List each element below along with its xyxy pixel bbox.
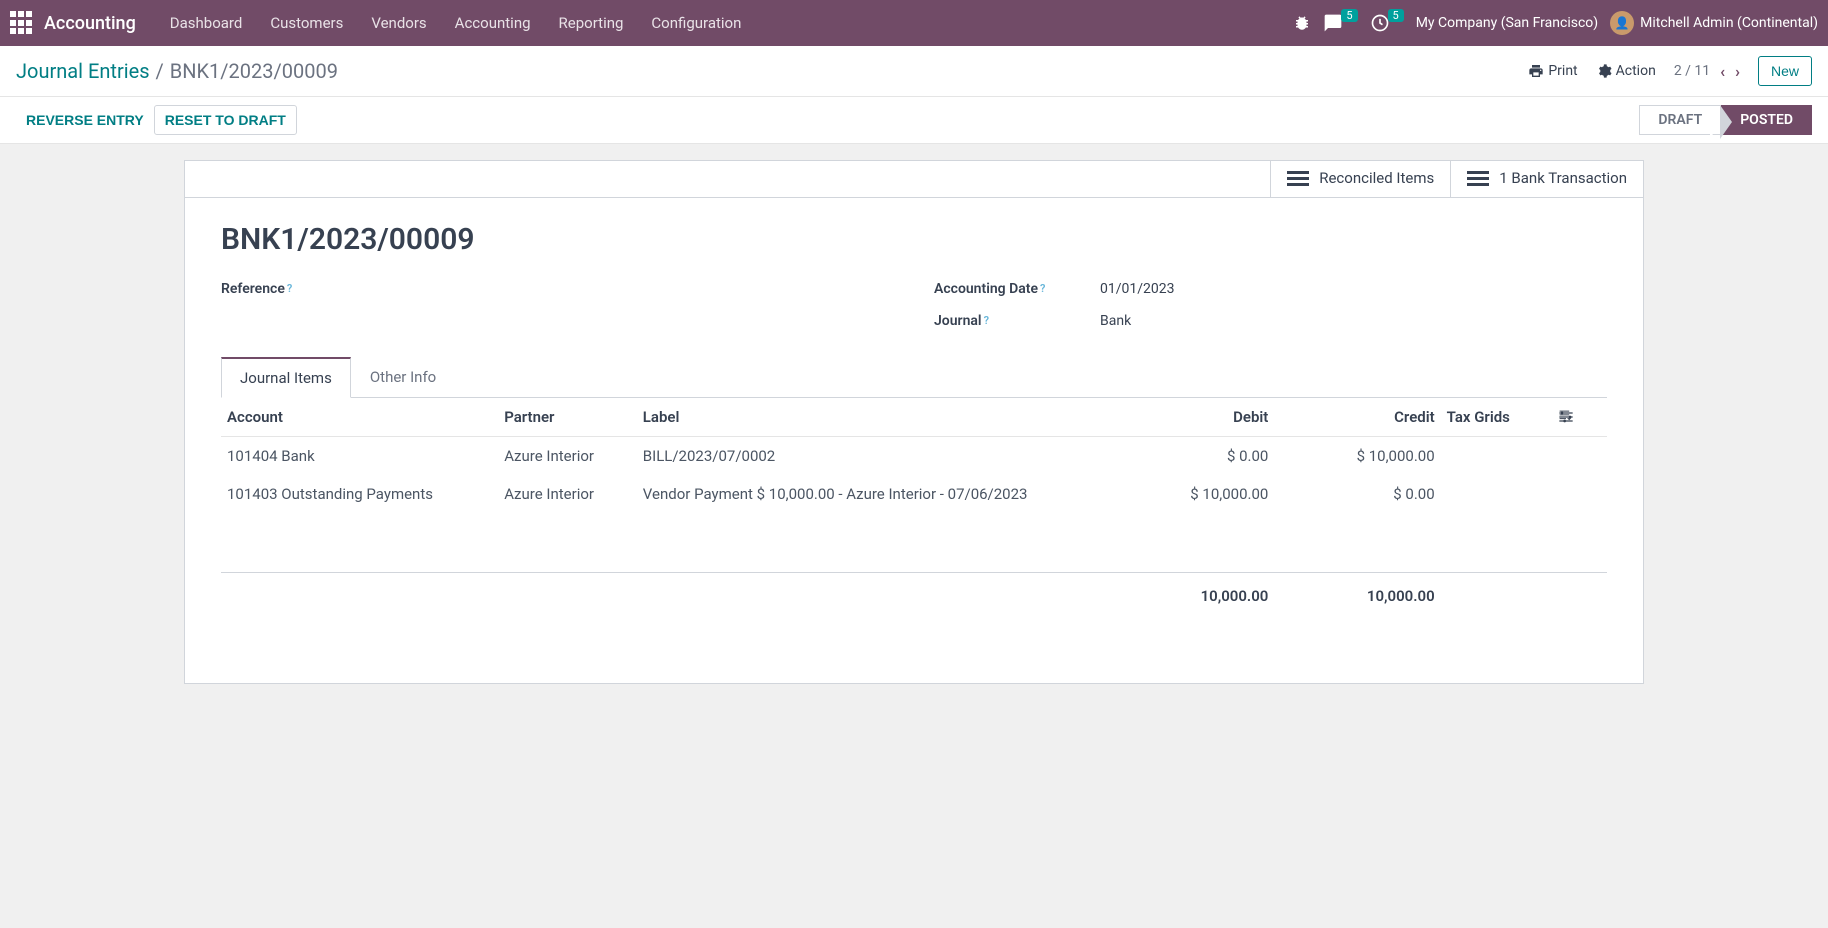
- col-tax-grids[interactable]: Tax Grids: [1441, 398, 1552, 437]
- reference-label: Reference ?: [221, 281, 371, 297]
- tab-other-info[interactable]: Other Info: [351, 357, 455, 398]
- breadcrumb-sep: /: [156, 59, 164, 83]
- help-icon[interactable]: ?: [984, 314, 989, 327]
- status-bar: REVERSE ENTRY RESET TO DRAFT DRAFT POSTE…: [0, 97, 1828, 144]
- avatar-icon: 👤: [1610, 11, 1634, 35]
- nav-configuration[interactable]: Configuration: [637, 0, 755, 46]
- pager: 2 / 11 ‹ ›: [1674, 62, 1740, 81]
- activities-badge: 5: [1388, 9, 1404, 22]
- tab-journal-items[interactable]: Journal Items: [221, 357, 351, 398]
- status-draft[interactable]: DRAFT: [1639, 105, 1721, 135]
- pager-count[interactable]: 2 / 11: [1674, 63, 1710, 79]
- journal-label: Journal ?: [934, 313, 1084, 329]
- total-credit: 10,000.00: [1274, 573, 1440, 620]
- fields-right: Accounting Date ? 01/01/2023 Journal ? B…: [934, 281, 1607, 329]
- nav-accounting[interactable]: Accounting: [441, 0, 545, 46]
- control-right: Print Action 2 / 11 ‹ › New: [1528, 56, 1812, 86]
- action-button[interactable]: Action: [1596, 63, 1656, 79]
- journal-value[interactable]: Bank: [1100, 313, 1131, 329]
- accounting-date-label: Accounting Date ?: [934, 281, 1084, 297]
- nav-right: 5 5 My Company (San Francisco) 👤 Mitchel…: [1293, 11, 1818, 35]
- list-icon: [1287, 171, 1309, 186]
- accounting-date-field: Accounting Date ? 01/01/2023: [934, 281, 1607, 297]
- table-spacer: [221, 513, 1607, 573]
- new-button[interactable]: New: [1758, 56, 1812, 86]
- table-row[interactable]: 101403 Outstanding Payments Azure Interi…: [221, 475, 1607, 513]
- col-label[interactable]: Label: [637, 398, 1108, 437]
- stat-buttons: Reconciled Items 1 Bank Transaction: [185, 161, 1643, 198]
- breadcrumb-parent[interactable]: Journal Entries: [16, 59, 150, 83]
- reference-field: Reference ?: [221, 281, 894, 297]
- navbar: Accounting Dashboard Customers Vendors A…: [0, 0, 1828, 46]
- journal-items-table: Account Partner Label Debit Credit Tax G…: [221, 398, 1607, 620]
- table-totals: 10,000.00 10,000.00: [221, 573, 1607, 620]
- pager-prev-icon[interactable]: ‹: [1720, 62, 1725, 81]
- nav-dashboard[interactable]: Dashboard: [156, 0, 257, 46]
- col-debit[interactable]: Debit: [1108, 398, 1274, 437]
- messages-icon[interactable]: 5: [1323, 13, 1357, 33]
- user-menu[interactable]: 👤 Mitchell Admin (Continental): [1610, 11, 1818, 35]
- debug-icon[interactable]: [1293, 14, 1311, 32]
- user-name: Mitchell Admin (Continental): [1640, 15, 1818, 31]
- reconciled-items-button[interactable]: Reconciled Items: [1270, 161, 1450, 197]
- breadcrumb-current: BNK1/2023/00009: [170, 59, 338, 83]
- form-sheet: Reconciled Items 1 Bank Transaction BNK1…: [184, 160, 1644, 684]
- fields-grid: Reference ? Accounting Date ? 01/01/2023: [221, 281, 1607, 329]
- col-credit[interactable]: Credit: [1274, 398, 1440, 437]
- accounting-date-value[interactable]: 01/01/2023: [1100, 281, 1175, 297]
- journal-field: Journal ? Bank: [934, 313, 1607, 329]
- company-switcher[interactable]: My Company (San Francisco): [1416, 15, 1598, 31]
- list-icon: [1467, 171, 1489, 186]
- col-partner[interactable]: Partner: [498, 398, 637, 437]
- module-name[interactable]: Accounting: [44, 13, 136, 34]
- bank-transaction-button[interactable]: 1 Bank Transaction: [1450, 161, 1643, 197]
- status-pills: DRAFT POSTED: [1639, 105, 1812, 135]
- breadcrumb: Journal Entries / BNK1/2023/00009: [16, 59, 338, 83]
- nav-reporting[interactable]: Reporting: [545, 0, 638, 46]
- apps-icon[interactable]: [10, 11, 34, 35]
- pager-next-icon[interactable]: ›: [1735, 62, 1740, 81]
- col-account[interactable]: Account: [221, 398, 498, 437]
- sheet-wrap: Reconciled Items 1 Bank Transaction BNK1…: [0, 144, 1828, 700]
- help-icon[interactable]: ?: [287, 282, 292, 295]
- table-body: 101404 Bank Azure Interior BILL/2023/07/…: [221, 436, 1607, 619]
- nav-menu: Dashboard Customers Vendors Accounting R…: [156, 0, 756, 46]
- col-settings[interactable]: [1552, 398, 1607, 437]
- sheet-body: BNK1/2023/00009 Reference ? Accounting: [185, 198, 1643, 684]
- status-posted[interactable]: POSTED: [1721, 105, 1812, 135]
- activities-icon[interactable]: 5: [1370, 13, 1404, 33]
- total-debit: 10,000.00: [1108, 573, 1274, 620]
- reset-to-draft-button[interactable]: RESET TO DRAFT: [154, 105, 297, 135]
- reverse-entry-button[interactable]: REVERSE ENTRY: [16, 106, 154, 134]
- control-bar: Journal Entries / BNK1/2023/00009 Print …: [0, 46, 1828, 97]
- table-row[interactable]: 101404 Bank Azure Interior BILL/2023/07/…: [221, 436, 1607, 475]
- help-icon[interactable]: ?: [1040, 282, 1045, 295]
- print-button[interactable]: Print: [1528, 63, 1577, 79]
- entry-name: BNK1/2023/00009: [221, 222, 1607, 257]
- messages-badge: 5: [1341, 9, 1357, 22]
- fields-left: Reference ?: [221, 281, 894, 329]
- nav-vendors[interactable]: Vendors: [357, 0, 440, 46]
- nav-customers[interactable]: Customers: [256, 0, 357, 46]
- tabs: Journal Items Other Info: [221, 357, 1607, 398]
